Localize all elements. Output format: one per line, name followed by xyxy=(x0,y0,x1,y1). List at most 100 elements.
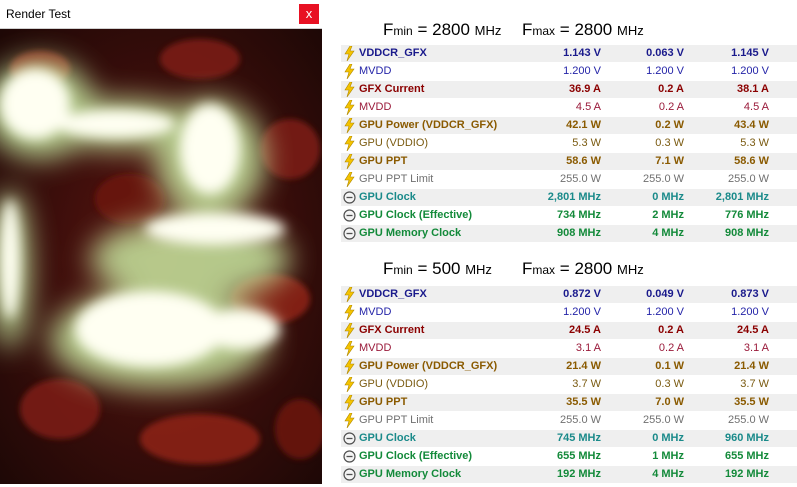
rendered-glow-image xyxy=(0,29,322,484)
sensor-row[interactable]: GPU PPT 58.6 W 7.1 W 58.6 W xyxy=(341,153,797,171)
sensor-value-v3: 1.200 V xyxy=(731,65,769,77)
sensor-value-v3: 35.5 W xyxy=(734,396,769,408)
sensor-value-v2: 0.1 W xyxy=(655,360,684,372)
sensor-value-v1: 1.143 V xyxy=(563,47,601,59)
sensor-value-v3: 1.200 V xyxy=(731,306,769,318)
lightning-icon xyxy=(343,135,356,152)
sensor-label: GFX Current xyxy=(359,324,425,336)
sensor-value-v1: 5.3 W xyxy=(572,137,601,149)
close-button[interactable]: x xyxy=(299,4,319,24)
sensor-row[interactable]: GPU Clock 2,801 MHz 0 MHz 2,801 MHz xyxy=(341,189,797,207)
sensor-value-v2: 1 MHz xyxy=(652,450,684,462)
fmin-value: 2800 xyxy=(432,20,470,39)
sensor-label: GPU PPT Limit xyxy=(359,414,434,426)
sensor-value-v1: 734 MHz xyxy=(556,209,601,221)
sensor-row[interactable]: VDDCR_GFX 1.143 V 0.063 V 1.145 V xyxy=(341,45,797,63)
sensor-value-v3: 1.145 V xyxy=(731,47,769,59)
sensor-value-v2: 255.0 W xyxy=(643,414,684,426)
sensor-value-v3: 4.5 A xyxy=(743,101,769,113)
sensor-row[interactable]: GPU PPT Limit 255.0 W 255.0 W 255.0 W xyxy=(341,171,797,189)
sensor-value-v1: 1.200 V xyxy=(563,306,601,318)
lightning-icon xyxy=(343,322,356,339)
sensor-value-v1: 3.7 W xyxy=(572,378,601,390)
sensor-value-v2: 0.2 W xyxy=(655,119,684,131)
fmax-unit: MHz xyxy=(617,262,644,277)
sensor-value-v1: 2,801 MHz xyxy=(547,191,601,203)
sensor-row[interactable]: GPU PPT Limit 255.0 W 255.0 W 255.0 W xyxy=(341,412,797,430)
sensor-table-1: VDDCR_GFX 1.143 V 0.063 V 1.145 V MVDD 1.200 … xyxy=(341,45,797,243)
sensor-label: GPU (VDDIO) xyxy=(359,378,429,390)
close-icon: x xyxy=(305,6,313,21)
lightning-icon xyxy=(343,81,356,98)
sensor-value-v1: 192 MHz xyxy=(556,468,601,480)
fmin-value: 500 xyxy=(432,259,461,278)
sensor-row[interactable]: GPU Power (VDDCR_GFX) 42.1 W 0.2 W 43.4 W xyxy=(341,117,797,135)
lightning-icon xyxy=(343,286,356,303)
sensor-value-v2: 1.200 V xyxy=(646,306,684,318)
sensor-value-v1: 42.1 W xyxy=(566,119,601,131)
sensor-row[interactable]: GPU PPT 35.5 W 7.0 W 35.5 W xyxy=(341,394,797,412)
sensor-value-v1: 24.5 A xyxy=(568,324,601,336)
sensor-value-v3: 255.0 W xyxy=(728,414,769,426)
clock-icon xyxy=(343,467,356,482)
sensor-row[interactable]: GPU Clock (Effective) 734 MHz 2 MHz 776 MHz xyxy=(341,207,797,225)
sensor-row[interactable]: GPU (VDDIO) 3.7 W 0.3 W 3.7 W xyxy=(341,376,797,394)
sensor-value-v3: 908 MHz xyxy=(724,227,769,239)
lightning-icon xyxy=(343,45,356,62)
sensor-value-v2: 0.3 W xyxy=(655,137,684,149)
sensor-value-v2: 0.063 V xyxy=(646,47,684,59)
sensor-table-2: VDDCR_GFX 0.872 V 0.049 V 0.873 V MVDD 1.200 … xyxy=(341,286,797,484)
sensor-row[interactable]: GPU Memory Clock 192 MHz 4 MHz 192 MHz xyxy=(341,466,797,484)
sensor-row[interactable]: MVDD 4.5 A 0.2 A 4.5 A xyxy=(341,99,797,117)
sensor-value-v2: 0.2 A xyxy=(658,342,684,354)
sensor-label: GPU Power (VDDCR_GFX) xyxy=(359,360,498,372)
sensor-row[interactable]: GFX Current 36.9 A 0.2 A 38.1 A xyxy=(341,81,797,99)
sensor-row[interactable]: VDDCR_GFX 0.872 V 0.049 V 0.873 V xyxy=(341,286,797,304)
sensor-row[interactable]: GPU Clock 745 MHz 0 MHz 960 MHz xyxy=(341,430,797,448)
sensor-value-v3: 2,801 MHz xyxy=(715,191,769,203)
lightning-icon xyxy=(343,394,356,411)
sensor-label: MVDD xyxy=(359,342,392,354)
clock-icon xyxy=(343,431,356,446)
sensor-label: GPU Clock xyxy=(359,191,416,203)
window-title: Render Test xyxy=(6,7,71,21)
sensor-row[interactable]: GPU Power (VDDCR_GFX) 21.4 W 0.1 W 21.4 W xyxy=(341,358,797,376)
sensor-label: GPU Clock xyxy=(359,432,416,444)
sensor-value-v3: 776 MHz xyxy=(724,209,769,221)
sensor-value-v2: 0 MHz xyxy=(652,191,684,203)
lightning-icon xyxy=(343,304,356,321)
sensor-row[interactable]: MVDD 3.1 A 0.2 A 3.1 A xyxy=(341,340,797,358)
sensor-value-v1: 1.200 V xyxy=(563,65,601,77)
fmin-readout: Fmin = 2800 MHz xyxy=(383,20,502,39)
sensor-value-v2: 0 MHz xyxy=(652,432,684,444)
clock-icon xyxy=(343,208,356,223)
sensor-value-v2: 1.200 V xyxy=(646,65,684,77)
window-titlebar[interactable]: Render Test x xyxy=(0,0,322,29)
sensor-row[interactable]: GPU Memory Clock 908 MHz 4 MHz 908 MHz xyxy=(341,225,797,243)
clock-icon xyxy=(343,190,356,205)
lightning-icon xyxy=(343,358,356,375)
fmin-unit: MHz xyxy=(465,262,492,277)
sensor-row[interactable]: GPU Clock (Effective) 655 MHz 1 MHz 655 MHz xyxy=(341,448,797,466)
sensor-row[interactable]: GPU (VDDIO) 5.3 W 0.3 W 5.3 W xyxy=(341,135,797,153)
sensor-row[interactable]: MVDD 1.200 V 1.200 V 1.200 V xyxy=(341,304,797,322)
render-test-window: Render Test x xyxy=(0,0,322,484)
sensor-value-v1: 58.6 W xyxy=(566,155,601,167)
sensor-value-v1: 255.0 W xyxy=(560,414,601,426)
sensor-value-v1: 4.5 A xyxy=(575,101,601,113)
sensor-value-v1: 36.9 A xyxy=(568,83,601,95)
render-canvas xyxy=(0,29,322,484)
lightning-icon xyxy=(343,340,356,357)
sensor-value-v2: 0.3 W xyxy=(655,378,684,390)
fmax-readout: Fmax = 2800 MHz xyxy=(522,259,644,278)
fmax-value: 2800 xyxy=(574,20,613,39)
sensor-value-v3: 960 MHz xyxy=(724,432,769,444)
sensor-label: GPU Power (VDDCR_GFX) xyxy=(359,119,498,131)
sensor-value-v3: 655 MHz xyxy=(724,450,769,462)
sensor-value-v3: 21.4 W xyxy=(734,360,769,372)
sensor-row[interactable]: GFX Current 24.5 A 0.2 A 24.5 A xyxy=(341,322,797,340)
fmin-letter: F xyxy=(383,20,394,39)
sensor-label: GPU (VDDIO) xyxy=(359,137,429,149)
sensor-row[interactable]: MVDD 1.200 V 1.200 V 1.200 V xyxy=(341,63,797,81)
section-2-header: Fmin = 500 MHz Fmax = 2800 MHz xyxy=(330,253,797,283)
